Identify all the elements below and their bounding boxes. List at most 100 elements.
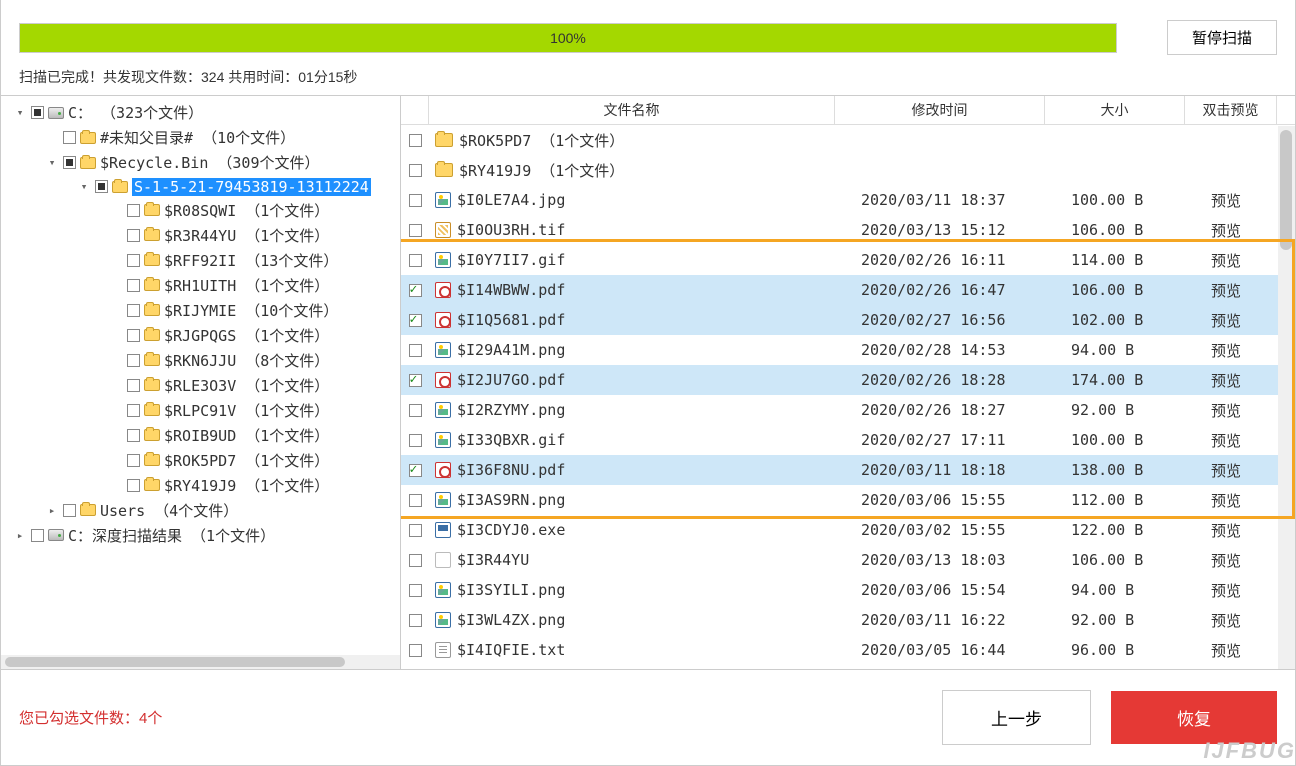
file-checkbox[interactable] — [409, 614, 422, 627]
file-row[interactable]: $I29A41M.png2020/02/28 14:5394.00 B预览 — [401, 335, 1295, 365]
file-row[interactable]: $ROK5PD7 （1个文件） — [401, 125, 1295, 155]
col-date-header[interactable]: 修改时间 — [835, 96, 1045, 124]
tree-checkbox[interactable] — [95, 180, 108, 193]
file-row[interactable]: $I2RZYMY.png2020/02/26 18:2792.00 B预览 — [401, 395, 1295, 425]
tree-checkbox[interactable] — [127, 454, 140, 467]
file-row[interactable]: $I3CDYJ0.exe2020/03/02 15:55122.00 B预览 — [401, 515, 1295, 545]
file-row[interactable]: $I3R44YU2020/03/13 18:03106.00 B预览 — [401, 545, 1295, 575]
file-row[interactable]: $I3SYILI.png2020/03/06 15:5494.00 B预览 — [401, 575, 1295, 605]
file-row[interactable]: $I0OU3RH.tif2020/03/13 15:12106.00 B预览 — [401, 215, 1295, 245]
tree-node[interactable]: $R3R44YU （1个文件） — [1, 223, 400, 248]
tree-hscroll-thumb[interactable] — [5, 657, 345, 667]
col-preview-header[interactable]: 双击预览 — [1185, 96, 1277, 124]
tree-checkbox[interactable] — [127, 229, 140, 242]
collapse-icon[interactable]: ▾ — [77, 180, 91, 193]
tree-node[interactable]: $RFF92II （13个文件） — [1, 248, 400, 273]
tree-node[interactable]: ▸ Users （4个文件） — [1, 498, 400, 523]
tree-node[interactable]: ▾ S-1-5-21-79453819-13112224 — [1, 175, 400, 198]
recover-button[interactable]: 恢复 — [1111, 691, 1277, 744]
tree-node[interactable]: ▾ $Recycle.Bin （309个文件） — [1, 150, 400, 175]
tree-checkbox[interactable] — [127, 404, 140, 417]
tree-checkbox[interactable] — [127, 479, 140, 492]
tree-checkbox[interactable] — [31, 106, 44, 119]
col-name-header[interactable]: 文件名称 — [429, 96, 835, 124]
tree-node[interactable]: $RH1UITH （1个文件） — [1, 273, 400, 298]
folder-tree[interactable]: ▾ C： （323个文件） #未知父目录# （10个文件） ▾ $Recycle.Bin… — [1, 96, 401, 669]
tree-checkbox[interactable] — [127, 379, 140, 392]
pause-scan-button[interactable]: 暂停扫描 — [1167, 20, 1277, 55]
file-checkbox[interactable] — [409, 434, 422, 447]
tree-checkbox[interactable] — [63, 131, 76, 144]
file-checkbox[interactable] — [409, 584, 422, 597]
tree-label[interactable]: $RY419J9 （1个文件） — [164, 477, 329, 495]
tree-node[interactable]: $RKN6JJU （8个文件） — [1, 348, 400, 373]
tree-label[interactable]: $Recycle.Bin （309个文件） — [100, 154, 320, 172]
tree-label[interactable]: $RJGPQGS （1个文件） — [164, 327, 329, 345]
tree-label[interactable]: $ROIB9UD （1个文件） — [164, 427, 329, 445]
file-checkbox[interactable] — [409, 644, 422, 657]
file-vscroll-thumb[interactable] — [1280, 130, 1292, 250]
tree-label[interactable]: C： （323个文件） — [68, 104, 203, 122]
tree-node[interactable]: ▸ C：深度扫描结果 （1个文件） — [1, 523, 400, 548]
file-list[interactable]: $ROK5PD7 （1个文件）$RY419J9 （1个文件）$I0LE7A4.j… — [401, 125, 1295, 669]
expand-icon[interactable]: ▸ — [13, 529, 27, 542]
col-size-header[interactable]: 大小 — [1045, 96, 1185, 124]
file-row[interactable]: $I14WBWW.pdf2020/02/26 16:47106.00 B预览 — [401, 275, 1295, 305]
tree-label[interactable]: $ROK5PD7 （1个文件） — [164, 452, 329, 470]
previous-button[interactable]: 上一步 — [942, 690, 1091, 745]
tree-node[interactable]: $RJGPQGS （1个文件） — [1, 323, 400, 348]
tree-node[interactable]: $ROK5PD7 （1个文件） — [1, 448, 400, 473]
tree-hscrollbar[interactable] — [1, 655, 400, 669]
tree-checkbox[interactable] — [127, 254, 140, 267]
tree-checkbox[interactable] — [127, 304, 140, 317]
file-checkbox[interactable] — [409, 134, 422, 147]
tree-node[interactable]: $RLE3O3V （1个文件） — [1, 373, 400, 398]
file-row[interactable]: $I3WL4ZX.png2020/03/11 16:2292.00 B预览 — [401, 605, 1295, 635]
file-checkbox[interactable] — [409, 224, 422, 237]
file-row[interactable]: $I4IQFIE.txt2020/03/05 16:4496.00 B预览 — [401, 635, 1295, 665]
tree-label[interactable]: $RH1UITH （1个文件） — [164, 277, 329, 295]
tree-label[interactable]: $RFF92II （13个文件） — [164, 252, 338, 270]
file-checkbox[interactable] — [409, 194, 422, 207]
tree-checkbox[interactable] — [127, 429, 140, 442]
tree-node[interactable]: $R08SQWI （1个文件） — [1, 198, 400, 223]
file-row[interactable]: $I33QBXR.gif2020/02/27 17:11100.00 B预览 — [401, 425, 1295, 455]
tree-node[interactable]: $RY419J9 （1个文件） — [1, 473, 400, 498]
tree-label[interactable]: $RLE3O3V （1个文件） — [164, 377, 329, 395]
tree-checkbox[interactable] — [63, 156, 76, 169]
file-row[interactable]: $I0Y7II7.gif2020/02/26 16:11114.00 B预览 — [401, 245, 1295, 275]
tree-node[interactable]: $RIJYMIE （10个文件） — [1, 298, 400, 323]
file-checkbox[interactable] — [409, 464, 422, 477]
tree-node[interactable]: $RLPC91V （1个文件） — [1, 398, 400, 423]
tree-checkbox[interactable] — [127, 204, 140, 217]
tree-label[interactable]: S-1-5-21-79453819-13112224 — [132, 178, 371, 196]
file-checkbox[interactable] — [409, 494, 422, 507]
collapse-icon[interactable]: ▾ — [13, 106, 27, 119]
tree-checkbox[interactable] — [127, 354, 140, 367]
file-checkbox[interactable] — [409, 404, 422, 417]
tree-checkbox[interactable] — [127, 329, 140, 342]
file-row[interactable]: $I2JU7GO.pdf2020/02/26 18:28174.00 B预览 — [401, 365, 1295, 395]
tree-label[interactable]: $R08SQWI （1个文件） — [164, 202, 329, 220]
file-checkbox[interactable] — [409, 554, 422, 567]
file-checkbox[interactable] — [409, 344, 422, 357]
file-row[interactable]: $I36F8NU.pdf2020/03/11 18:18138.00 B预览 — [401, 455, 1295, 485]
tree-checkbox[interactable] — [63, 504, 76, 517]
file-checkbox[interactable] — [409, 524, 422, 537]
file-row[interactable]: $I3AS9RN.png2020/03/06 15:55112.00 B预览 — [401, 485, 1295, 515]
file-checkbox[interactable] — [409, 374, 422, 387]
file-row[interactable]: $I0LE7A4.jpg2020/03/11 18:37100.00 B预览 — [401, 185, 1295, 215]
collapse-icon[interactable]: ▾ — [45, 156, 59, 169]
tree-checkbox[interactable] — [31, 529, 44, 542]
tree-label[interactable]: #未知父目录# （10个文件） — [100, 129, 295, 147]
file-checkbox[interactable] — [409, 284, 422, 297]
expand-icon[interactable]: ▸ — [45, 504, 59, 517]
file-checkbox[interactable] — [409, 164, 422, 177]
tree-checkbox[interactable] — [127, 279, 140, 292]
file-vscrollbar[interactable] — [1278, 126, 1295, 669]
tree-label[interactable]: $R3R44YU （1个文件） — [164, 227, 329, 245]
tree-label[interactable]: C：深度扫描结果 （1个文件） — [68, 527, 275, 545]
tree-node[interactable]: $ROIB9UD （1个文件） — [1, 423, 400, 448]
tree-label[interactable]: Users （4个文件） — [100, 502, 238, 520]
tree-label[interactable]: $RIJYMIE （10个文件） — [164, 302, 338, 320]
